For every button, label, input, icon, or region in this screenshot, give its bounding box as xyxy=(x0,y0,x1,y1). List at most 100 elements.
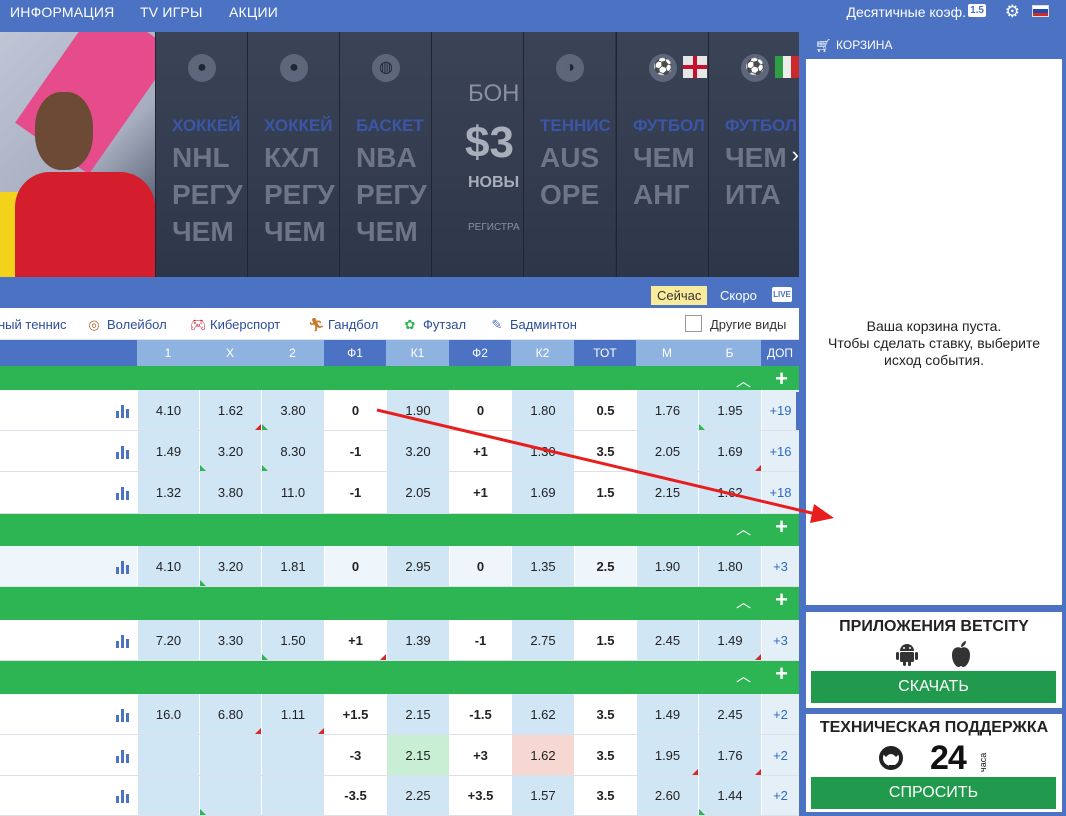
other-sports-label[interactable]: Другие виды xyxy=(710,317,786,332)
odds-cell-win2[interactable]: 1.50 xyxy=(261,620,324,660)
stats-bar-chart-icon[interactable] xyxy=(115,560,131,574)
odds-cell-odds-k2[interactable]: 1.69 xyxy=(511,472,574,513)
table-row[interactable]: 16.0 6.80 1.11 +1.5 2.15 -1.5 1.62 3.5 1.49 2.45 +… xyxy=(0,694,799,735)
chevron-right-icon[interactable]: › xyxy=(792,142,799,168)
odds-cell-win2[interactable] xyxy=(261,735,324,775)
odds-cell-odds-k1[interactable]: 1.39 xyxy=(386,620,449,660)
stats-bar-chart-icon[interactable] xyxy=(115,634,131,648)
stats-bar-chart-icon[interactable] xyxy=(115,749,131,763)
odds-cell-odds-k1[interactable]: 2.15 xyxy=(386,735,449,775)
stats-bar-chart-icon[interactable] xyxy=(115,708,131,722)
more-markets-link[interactable]: +2 xyxy=(761,776,799,815)
tab-now[interactable]: Сейчас xyxy=(651,286,708,305)
odds-cell-draw[interactable]: 3.20 xyxy=(199,431,261,471)
nav-info-link[interactable]: ИНФОРМАЦИЯ xyxy=(10,4,114,20)
odds-cell-odds-k1[interactable]: 2.05 xyxy=(386,472,449,513)
download-app-button[interactable]: СКАЧАТЬ xyxy=(811,671,1056,703)
odds-cell-odds-k2[interactable]: 1.80 xyxy=(511,390,574,430)
more-markets-link[interactable]: +3 xyxy=(761,620,799,660)
odds-cell-win2[interactable]: 11.0 xyxy=(261,472,324,513)
banner-card-khl[interactable]: ● ХОККЕЙ КХЛ РЕГУ ЧЕМ xyxy=(247,32,339,277)
odds-cell-odds-k2[interactable]: 1.35 xyxy=(511,546,574,586)
table-row[interactable]: -3.5 2.25 +3.5 1.57 3.5 2.60 1.44 +2 xyxy=(0,776,799,816)
tab-soon[interactable]: Скоро xyxy=(720,288,757,303)
odds-cell-under[interactable]: 1.76 xyxy=(636,390,698,430)
odds-cell-draw[interactable] xyxy=(199,776,261,815)
more-markets-link[interactable]: +3 xyxy=(761,546,799,586)
banner-card-bonus[interactable]: БОН $3 НОВЫ РЕГИСТРА xyxy=(431,32,523,277)
gear-icon[interactable]: ⚙ xyxy=(1005,2,1020,22)
russia-flag-icon[interactable] xyxy=(1032,5,1049,17)
odds-cell-odds-k2[interactable]: 1.57 xyxy=(511,776,574,815)
banner-card-nhl[interactable]: ● ХОККЕЙ NHL РЕГУ ЧЕМ xyxy=(155,32,247,277)
android-icon[interactable] xyxy=(896,642,918,666)
league-group-header[interactable]: ︿ + xyxy=(0,514,799,546)
odds-cell-odds-k2[interactable]: 2.75 xyxy=(511,620,574,660)
expand-plus-icon[interactable]: + xyxy=(775,661,788,687)
odds-cell-win2[interactable]: 8.30 xyxy=(261,431,324,471)
table-row[interactable]: 1.49 3.20 8.30 -1 3.20 +1 1.30 3.5 2.05 1.69 +16 xyxy=(0,431,799,472)
odds-cell-over[interactable]: 1.44 xyxy=(698,776,761,815)
promo-banner-carousel[interactable]: ● ХОККЕЙ NHL РЕГУ ЧЕМ ● ХОККЕЙ КХЛ РЕГУ … xyxy=(0,32,799,277)
more-markets-link[interactable]: +18 xyxy=(761,472,799,513)
odds-cell-under[interactable]: 2.45 xyxy=(636,620,698,660)
odds-cell-over[interactable]: 1.80 xyxy=(698,546,761,586)
odds-cell-under[interactable]: 2.05 xyxy=(636,431,698,471)
odds-cell-over[interactable]: 1.62 xyxy=(698,472,761,513)
odds-cell-over[interactable]: 1.95 xyxy=(698,390,761,430)
odds-cell-odds-k1[interactable]: 2.15 xyxy=(386,694,449,734)
banner-card-tennis[interactable]: ◑ ТЕННИС AUS OPE xyxy=(523,32,615,277)
expand-plus-icon[interactable]: + xyxy=(775,587,788,613)
odds-cell-odds-k1[interactable]: 2.95 xyxy=(386,546,449,586)
odds-cell-draw[interactable]: 3.30 xyxy=(199,620,261,660)
table-row[interactable]: 4.10 3.20 1.81 0 2.95 0 1.35 2.5 1.90 1.80 +3 xyxy=(0,546,799,587)
more-markets-link[interactable]: +2 xyxy=(761,735,799,775)
more-markets-link[interactable]: +16 xyxy=(761,431,799,471)
banner-card-football-england[interactable]: ⚽ ФУТБОЛ ЧЕМ АНГ xyxy=(616,32,708,277)
expand-plus-icon[interactable]: + xyxy=(775,366,788,392)
odds-cell-draw[interactable]: 1.62 xyxy=(199,390,261,430)
sport-filter-futsal[interactable]: ✿ Футзал xyxy=(403,317,467,333)
league-group-header[interactable]: ︿ + xyxy=(0,587,799,620)
stats-bar-chart-icon[interactable] xyxy=(115,445,131,459)
nav-tv-games-link[interactable]: TV ИГРЫ xyxy=(140,4,203,20)
odds-cell-draw[interactable]: 6.80 xyxy=(199,694,261,734)
live-tv-icon[interactable]: LIVE xyxy=(772,287,792,302)
odds-cell-win1[interactable]: 16.0 xyxy=(137,694,199,734)
nav-promos-link[interactable]: АКЦИИ xyxy=(229,4,278,20)
odds-cell-win2[interactable]: 3.80 xyxy=(261,390,324,430)
odds-cell-draw[interactable] xyxy=(199,735,261,775)
collapse-icon[interactable]: ︿ xyxy=(736,518,751,539)
odds-cell-under[interactable]: 1.95 xyxy=(636,735,698,775)
table-row[interactable]: -3 2.15 +3 1.62 3.5 1.95 1.76 +2 xyxy=(0,735,799,776)
odds-cell-win2[interactable]: 1.81 xyxy=(261,546,324,586)
sport-filter-badminton[interactable]: ✎ Бадминтон xyxy=(490,317,577,333)
sport-filter-handball[interactable]: 🏃︎ Гандбол xyxy=(308,317,378,333)
odds-cell-under[interactable]: 2.15 xyxy=(636,472,698,513)
table-row[interactable]: 4.10 1.62 3.80 0 1.90 0 1.80 0.5 1.76 1.95 +19 xyxy=(0,390,799,431)
collapse-icon[interactable]: ︿ xyxy=(736,665,751,686)
sport-filter-esports[interactable]: 🎮︎ Киберспорт xyxy=(190,317,280,333)
table-row[interactable]: 1.32 3.80 11.0 -1 2.05 +1 1.69 1.5 2.15 1.62 +18 xyxy=(0,472,799,514)
other-sports-checkbox[interactable] xyxy=(685,315,702,332)
odds-cell-over[interactable]: 1.76 xyxy=(698,735,761,775)
apple-icon[interactable] xyxy=(949,640,973,668)
odds-cell-odds-k2[interactable]: 1.62 xyxy=(511,694,574,734)
odds-cell-over[interactable]: 1.69 xyxy=(698,431,761,471)
collapse-icon[interactable]: ︿ xyxy=(736,591,751,612)
odds-cell-over[interactable]: 2.45 xyxy=(698,694,761,734)
odds-cell-win2[interactable] xyxy=(261,776,324,815)
more-markets-link[interactable]: +19 xyxy=(761,390,799,430)
odds-cell-odds-k1[interactable]: 3.20 xyxy=(386,431,449,471)
odds-cell-under[interactable]: 1.49 xyxy=(636,694,698,734)
odds-cell-win1[interactable]: 4.10 xyxy=(137,390,199,430)
odds-cell-win1[interactable] xyxy=(137,735,199,775)
odds-cell-under[interactable]: 2.60 xyxy=(636,776,698,815)
stats-bar-chart-icon[interactable] xyxy=(115,486,131,500)
odds-cell-odds-k1[interactable]: 2.25 xyxy=(386,776,449,815)
sport-filter-volleyball[interactable]: ◎ Волейбол xyxy=(87,317,166,333)
stats-bar-chart-icon[interactable] xyxy=(115,404,131,418)
odds-cell-odds-k2[interactable]: 1.30 xyxy=(511,431,574,471)
odds-cell-win1[interactable]: 1.49 xyxy=(137,431,199,471)
collapse-icon[interactable]: ︿ xyxy=(736,370,751,391)
